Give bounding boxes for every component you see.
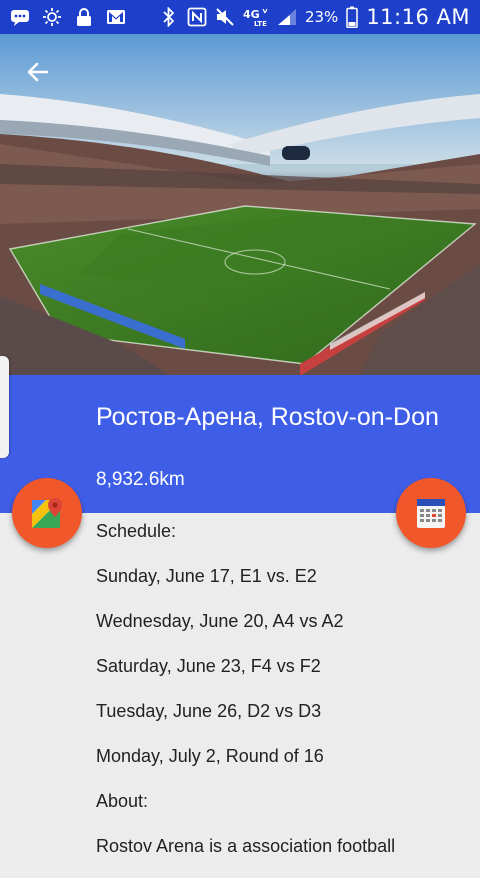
mute-icon [215,7,235,27]
arrow-left-icon [27,62,49,82]
brightness-icon [42,7,62,27]
schedule-item: Tuesday, June 26, D2 vs D3 [96,701,322,721]
schedule-item: Monday, July 2, Round of 16 [96,746,324,766]
lte-icon: 4G LTE [243,7,269,27]
schedule-item: Sunday, June 17, E1 vs. E2 [96,566,317,586]
nfc-icon [187,7,207,27]
schedule-item: Wednesday, June 20, A4 vs A2 [96,611,344,631]
about-text: Rostov Arena is a association football [96,836,396,856]
gmail-icon [106,7,126,27]
schedule-heading: Schedule: [96,521,177,541]
drawer-handle[interactable] [0,356,9,458]
status-bar: 4G LTE 23% 11:16 AM [0,0,480,34]
open-maps-button[interactable] [12,478,82,548]
battery-icon [346,6,359,28]
status-bar-right: 4G LTE 23% 11:16 AM [159,5,480,29]
stadium-photo [0,34,480,375]
stadium-illustration [0,34,480,375]
battery-percent: 23% [304,8,339,26]
bluetooth-icon [159,7,179,27]
google-maps-icon [32,498,62,528]
status-bar-left [0,7,126,27]
clock: 11:16 AM [366,5,470,29]
venue-details: Schedule: Sunday, June 17, E1 vs. E2 Wed… [96,518,466,878]
venue-distance: 8,932.6km [96,469,185,490]
lock-icon [74,7,94,27]
messages-icon [10,7,30,27]
svg-text:LTE: LTE [254,20,267,27]
signal-icon [277,7,297,27]
schedule-item: Saturday, June 23, F4 vs F2 [96,656,321,676]
venue-title: Ростов-Арена, Rostov-on-Don [96,403,439,431]
about-heading: About: [96,791,149,811]
back-button[interactable] [20,54,56,90]
